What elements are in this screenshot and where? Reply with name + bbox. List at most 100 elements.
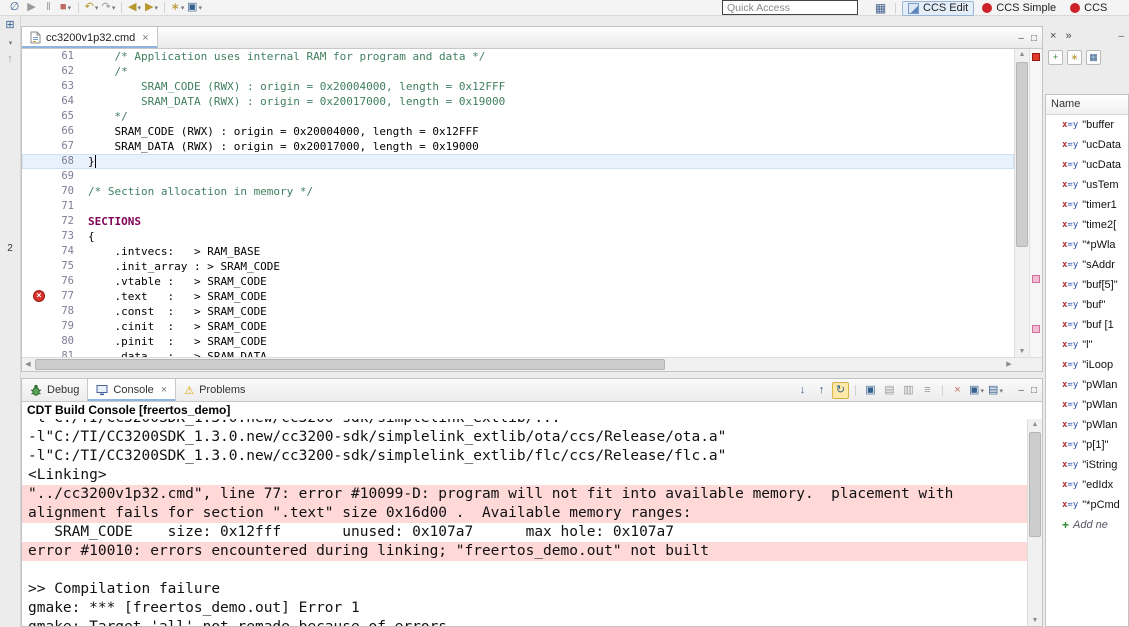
expression-row[interactable]: x=y "pWlan: [1046, 395, 1128, 415]
code-line-63[interactable]: 63 SRAM_CODE (RWX) : origin = 0x20004000…: [22, 79, 1014, 94]
resume-icon[interactable]: ▶: [23, 0, 40, 15]
expression-row[interactable]: x=y "ucData: [1046, 135, 1128, 155]
add-expression-icon[interactable]: +: [1048, 49, 1063, 65]
perspective-ccs-other[interactable]: CCS: [1064, 1, 1113, 16]
word-wrap-icon[interactable]: ≡: [919, 382, 936, 399]
code-line-69[interactable]: 69: [22, 169, 1014, 184]
expression-row[interactable]: x=y "buffer: [1046, 115, 1128, 135]
quick-access-input[interactable]: [722, 0, 858, 15]
perspective-ccs-simple[interactable]: CCS Simple: [976, 1, 1062, 16]
expression-row[interactable]: x=y "iString: [1046, 455, 1128, 475]
expression-row[interactable]: x=y "iLoop: [1046, 355, 1128, 375]
scroll-up-arrow-icon[interactable]: ▲: [1015, 49, 1029, 60]
code-line-71[interactable]: 71: [22, 199, 1014, 214]
code-line-77[interactable]: × 77 .text : > SRAM_CODE: [22, 289, 1014, 304]
scroll-up-arrow-icon[interactable]: ▲: [1028, 419, 1042, 430]
open-perspective-button[interactable]: ▦: [872, 1, 889, 16]
code-line-61[interactable]: 61 /* Application uses internal RAM for …: [22, 49, 1014, 64]
console-vertical-scrollbar[interactable]: ▲ ▼: [1027, 419, 1042, 626]
code-line-75[interactable]: 75 .init_array : > SRAM_CODE: [22, 259, 1014, 274]
code-line-76[interactable]: 76 .vtable : > SRAM_CODE: [22, 274, 1014, 289]
expression-row[interactable]: x=y "buf[5]": [1046, 275, 1128, 295]
scroll-lock-icon[interactable]: ▥: [900, 382, 917, 399]
code-line-66[interactable]: 66 SRAM_CODE (RWX) : origin = 0x20004000…: [22, 124, 1014, 139]
chevron-down-icon[interactable]: ▾: [0, 35, 20, 50]
code-line-65[interactable]: 65 */: [22, 109, 1014, 124]
minimized-view-icon[interactable]: ↑: [0, 52, 20, 67]
code-line-81[interactable]: 81 .data : > SRAM_DATA: [22, 349, 1014, 357]
annotation-overview-mark[interactable]: [1032, 325, 1040, 333]
code-line-79[interactable]: 79 .cinit : > SRAM_CODE: [22, 319, 1014, 334]
perspective-ccs-edit[interactable]: CCS Edit: [902, 0, 975, 16]
tab-debug[interactable]: Debug: [22, 379, 87, 401]
scroll-down-icon[interactable]: ↓: [794, 382, 811, 399]
overview-ruler[interactable]: [1029, 49, 1042, 357]
layout-menu-icon[interactable]: ▦: [1086, 49, 1101, 65]
code-line-78[interactable]: 78 .const : > SRAM_CODE: [22, 304, 1014, 319]
minimize-editor-icon[interactable]: –: [1018, 33, 1024, 44]
scroll-left-arrow-icon[interactable]: ◀: [22, 358, 34, 371]
editor-horizontal-scrollbar[interactable]: ◀ ▶: [22, 357, 1042, 371]
code-line-68[interactable]: 68}: [22, 154, 1014, 169]
expression-row[interactable]: x=y "pWlan: [1046, 415, 1128, 435]
new-wizard-icon[interactable]: ∗ ▾: [169, 0, 186, 15]
scroll-down-arrow-icon[interactable]: ▼: [1015, 346, 1029, 357]
view-overflow-icon[interactable]: »: [1065, 30, 1071, 42]
restore-view-icon[interactable]: ⊞: [0, 18, 20, 33]
code-line-62[interactable]: 62 /*: [22, 64, 1014, 79]
editor-hscroll-thumb[interactable]: [35, 359, 665, 370]
show-type-names-icon[interactable]: ∗: [1067, 49, 1082, 65]
display-console-icon[interactable]: ▣ ▾: [968, 382, 985, 399]
minimize-console-icon[interactable]: –: [1018, 385, 1024, 396]
skip-all-breakpoints-icon[interactable]: ∅: [6, 0, 23, 15]
editor-tab-cc3200v1p32[interactable]: cc3200v1p32.cmd ×: [22, 27, 158, 48]
expression-row[interactable]: x=y "timer1: [1046, 195, 1128, 215]
annotation-overview-mark[interactable]: [1032, 275, 1040, 283]
expression-row[interactable]: x=y "*pWla: [1046, 235, 1128, 255]
add-expression-row[interactable]: + Add ne: [1046, 515, 1128, 535]
expression-row[interactable]: x=y "buf [1: [1046, 315, 1128, 335]
code-line-80[interactable]: 80 .pinit : > SRAM_CODE: [22, 334, 1014, 349]
code-lines[interactable]: 61 /* Application uses internal RAM for …: [22, 49, 1014, 357]
scroll-down-arrow-icon[interactable]: ▼: [1028, 615, 1042, 626]
scroll-right-arrow-icon[interactable]: ▶: [1003, 358, 1015, 371]
minimize-view-icon[interactable]: –: [1118, 31, 1124, 42]
close-icon[interactable]: ×: [142, 32, 148, 44]
code-line-64[interactable]: 64 SRAM_DATA (RWX) : origin = 0x20017000…: [22, 94, 1014, 109]
terminate-icon[interactable]: ■ ▾: [57, 0, 74, 15]
maximize-editor-icon[interactable]: □: [1031, 33, 1037, 44]
undo-icon[interactable]: ↶ ▾: [83, 0, 100, 15]
connect-target-icon[interactable]: ▣ ▾: [186, 0, 203, 15]
console-scroll-thumb[interactable]: [1029, 432, 1041, 537]
code-line-72[interactable]: 72 SECTIONS: [22, 214, 1014, 229]
expression-row[interactable]: x=y "pWlan: [1046, 375, 1128, 395]
error-overview-mark[interactable]: [1032, 53, 1040, 61]
redo-icon[interactable]: ↷ ▾: [100, 0, 117, 15]
forward-nav-icon[interactable]: ▶ ▾: [143, 0, 160, 15]
expression-row[interactable]: x=y "buf": [1046, 295, 1128, 315]
editor-vertical-scrollbar[interactable]: ▲ ▼: [1014, 49, 1029, 357]
close-icon[interactable]: ×: [161, 384, 167, 396]
expression-row[interactable]: x=y "time2[: [1046, 215, 1128, 235]
editor-scroll-thumb[interactable]: [1016, 62, 1028, 247]
close-view-icon[interactable]: ×: [1050, 30, 1056, 42]
pin-console-icon[interactable]: ▣: [862, 382, 879, 399]
open-console-icon[interactable]: ▤ ▾: [987, 382, 1004, 399]
expression-row[interactable]: x=y "usTem: [1046, 175, 1128, 195]
suspend-icon[interactable]: ‖: [40, 0, 57, 15]
maximize-console-icon[interactable]: □: [1031, 385, 1037, 396]
remove-launch-icon[interactable]: ×: [949, 382, 966, 399]
error-marker-gutter[interactable]: ×: [32, 289, 48, 304]
back-nav-icon[interactable]: ◀ ▾: [126, 0, 143, 15]
console-output[interactable]: -l"C:/TI/CC3200SDK_1.3.0.new/cc3200-sdk/…: [22, 419, 1042, 626]
column-header-name[interactable]: Name: [1046, 95, 1128, 115]
expression-row[interactable]: x=y "p[1]": [1046, 435, 1128, 455]
expression-row[interactable]: x=y "*pCmd: [1046, 495, 1128, 515]
expression-row[interactable]: x=y "l": [1046, 335, 1128, 355]
code-line-73[interactable]: 73 {: [22, 229, 1014, 244]
expression-row[interactable]: x=y "edIdx: [1046, 475, 1128, 495]
expression-row[interactable]: x=y "ucData: [1046, 155, 1128, 175]
error-icon[interactable]: ×: [33, 290, 45, 302]
tab-console[interactable]: Console ×: [87, 379, 177, 401]
code-line-67[interactable]: 67 SRAM_DATA (RWX) : origin = 0x20017000…: [22, 139, 1014, 154]
